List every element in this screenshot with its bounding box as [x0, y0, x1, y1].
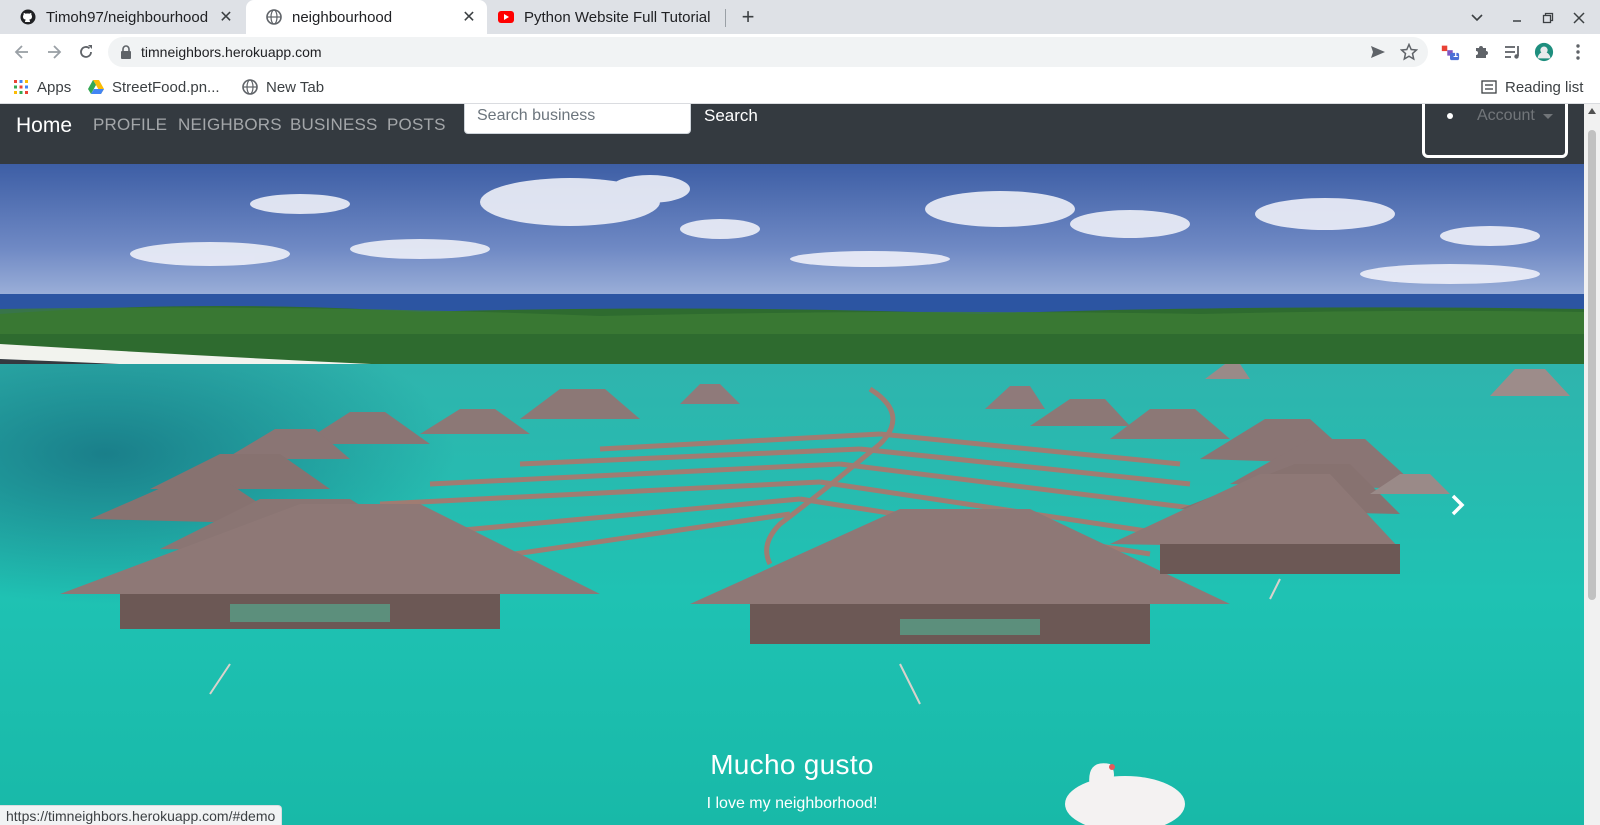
youtube-icon — [498, 9, 514, 25]
lock-icon[interactable] — [118, 44, 134, 60]
browser-tab-strip: Timoh97/neighbourhood ✕ neighbourhood ✕ … — [0, 0, 1600, 34]
account-dropdown-toggle[interactable]: Account — [1477, 107, 1553, 125]
reading-list-icon — [1481, 79, 1497, 95]
account-label: Account — [1477, 107, 1535, 124]
bookmark-label: Apps — [37, 78, 72, 96]
brand-home-link[interactable]: Home — [16, 114, 72, 138]
web-page: Home PROFILE NEIGHBORS BUSINESS POSTS Se… — [0, 104, 1584, 825]
apps-grid-icon — [13, 79, 29, 95]
bookmark-streetfood[interactable]: StreetFood.pn... — [88, 77, 220, 97]
carousel-image-resort — [0, 164, 1584, 825]
extensions-puzzle-icon[interactable] — [1471, 42, 1491, 62]
bookmark-label: StreetFood.pn... — [112, 78, 220, 96]
nav-link-business[interactable]: BUSINESS — [290, 115, 378, 135]
browser-toolbar: timneighbors.herokuapp.com 1 — [0, 34, 1600, 70]
tab-title: neighbourhood — [292, 8, 393, 26]
list-bullet — [1447, 113, 1453, 119]
reading-list-label: Reading list — [1505, 78, 1584, 96]
bookmark-apps[interactable]: Apps — [13, 77, 71, 97]
site-navbar: Home PROFILE NEIGHBORS BUSINESS POSTS Se… — [0, 104, 1584, 164]
nav-link-posts[interactable]: POSTS — [387, 115, 446, 135]
search-business-input[interactable] — [464, 104, 691, 134]
github-icon — [20, 9, 36, 25]
extension-badge-count: 1 — [1453, 49, 1459, 59]
new-tab-plus-icon[interactable]: + — [737, 6, 759, 29]
caret-down-icon — [1542, 113, 1553, 119]
page-scrollbar[interactable] — [1584, 104, 1600, 825]
tab-title: Python Website Full Tutorial — [524, 8, 711, 26]
carousel-slide: Mucho gusto I love my neighborhood! — [0, 164, 1584, 825]
browser-menu-kebab-icon[interactable] — [1568, 42, 1588, 62]
search-button[interactable]: Search — [704, 106, 758, 126]
link-status-bubble: https://timneighbors.herokuapp.com/#demo — [0, 805, 283, 825]
scrollbar-thumb[interactable] — [1588, 130, 1596, 600]
forward-arrow-icon[interactable] — [42, 40, 66, 64]
url-text: timneighbors.herokuapp.com — [141, 44, 322, 60]
browser-tab-neighbourhood[interactable]: neighbourhood ✕ — [246, 0, 487, 34]
nav-link-profile[interactable]: PROFILE — [93, 115, 167, 135]
bookmark-new-tab[interactable]: New Tab — [242, 77, 324, 97]
reload-icon[interactable] — [74, 40, 98, 64]
close-tab-icon[interactable]: ✕ — [461, 9, 477, 26]
nav-link-neighbors[interactable]: NEIGHBORS — [178, 115, 282, 135]
back-arrow-icon[interactable] — [10, 40, 34, 64]
media-playlist-icon[interactable] — [1503, 42, 1523, 62]
address-bar[interactable]: timneighbors.herokuapp.com — [108, 37, 1428, 67]
browser-tab-youtube[interactable]: Python Website Full Tutorial — [478, 0, 726, 34]
tab-title: Timoh97/neighbourhood — [46, 8, 209, 26]
extension-badge-icon[interactable]: 1 — [1440, 42, 1460, 62]
account-menu-container: Account — [1422, 104, 1568, 158]
profile-avatar-icon[interactable] — [1534, 42, 1554, 62]
globe-icon — [266, 9, 282, 25]
carousel-caption-title: Mucho gusto — [710, 749, 874, 780]
tab-separator — [725, 9, 726, 27]
carousel-next-chevron-icon[interactable] — [1450, 494, 1480, 534]
bookmark-star-icon[interactable] — [1399, 42, 1419, 62]
close-window-icon[interactable] — [1568, 7, 1590, 29]
carousel-caption: Mucho gusto I love my neighborhood! — [0, 749, 1584, 813]
minimize-window-icon[interactable] — [1506, 7, 1528, 29]
globe-icon — [242, 79, 258, 95]
scroll-up-arrow-icon[interactable] — [1588, 108, 1596, 114]
restore-window-icon[interactable] — [1537, 7, 1559, 29]
bookmark-label: New Tab — [266, 78, 325, 96]
reading-list-button[interactable]: Reading list — [1481, 77, 1583, 97]
send-tab-icon[interactable] — [1368, 42, 1388, 62]
browser-tab-github[interactable]: Timoh97/neighbourhood ✕ — [0, 0, 244, 34]
tab-search-chevron-icon[interactable] — [1466, 7, 1488, 29]
close-tab-icon[interactable]: ✕ — [218, 9, 234, 26]
bookmarks-bar: Apps StreetFood.pn... New Tab Reading li… — [0, 70, 1600, 104]
google-drive-icon — [88, 79, 104, 95]
